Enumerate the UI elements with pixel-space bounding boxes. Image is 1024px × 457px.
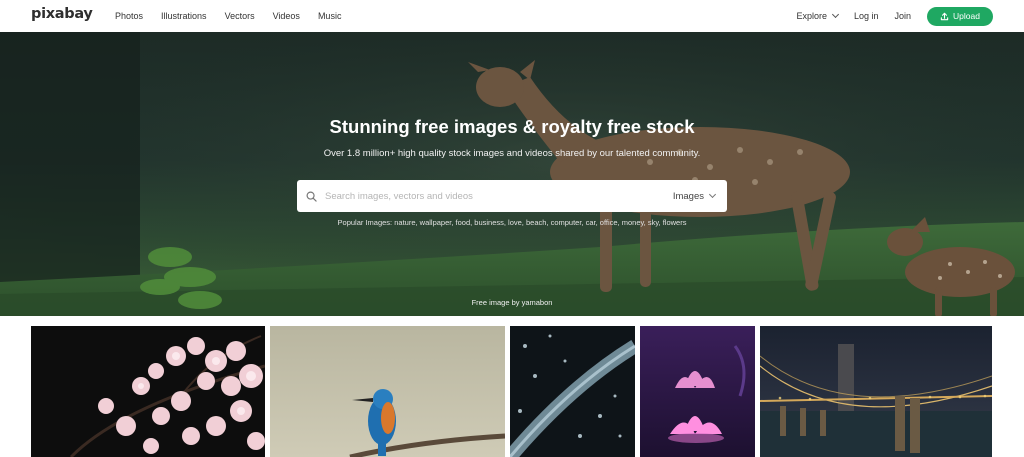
search-type-dropdown[interactable]: Images (672, 190, 717, 202)
brooklyn-bridge-photo[interactable] (760, 326, 992, 457)
image-credit[interactable]: Free image by yamabon (0, 298, 1024, 307)
upload-icon (940, 12, 949, 20)
pixabay-logo[interactable]: pixabay (31, 6, 93, 22)
image-gallery (0, 326, 1024, 457)
chevron-down-icon (831, 10, 839, 19)
search-type-label: Images (672, 190, 704, 202)
nav-link-illustrations[interactable]: Illustrations (161, 11, 207, 21)
kingfisher-photo[interactable] (270, 326, 505, 457)
login-link[interactable]: Log in (854, 11, 879, 21)
chevron-down-icon (708, 190, 717, 199)
nav-link-music[interactable]: Music (318, 11, 342, 21)
nav-right: Explore Log in Join Upload (796, 0, 993, 32)
cherry-blossom-photo[interactable] (31, 326, 265, 457)
explore-label: Explore (796, 11, 827, 21)
upload-button[interactable]: Upload (927, 6, 993, 26)
hero-banner: Stunning free images & royalty free stoc… (0, 32, 1024, 316)
hero-subtitle: Over 1.8 million+ high quality stock ima… (323, 148, 701, 159)
lotus-flowers-photo[interactable] (640, 326, 755, 457)
rain-railing-photo[interactable] (510, 326, 635, 457)
upload-label: Upload (953, 11, 980, 21)
search-bar: Images (297, 180, 727, 212)
nav-links: Photos Illustrations Vectors Videos Musi… (115, 0, 359, 32)
search-input[interactable] (325, 190, 673, 202)
top-navbar: pixabay Photos Illustrations Vectors Vid… (0, 0, 1024, 32)
nav-link-videos[interactable]: Videos (273, 11, 300, 21)
hero-title: Stunning free images & royalty free stoc… (329, 116, 695, 137)
explore-menu[interactable]: Explore (796, 10, 839, 21)
join-link[interactable]: Join (894, 11, 911, 21)
nav-link-photos[interactable]: Photos (115, 11, 143, 21)
popular-images-links[interactable]: Popular Images: nature, wallpaper, food,… (0, 218, 1024, 227)
hero-deer-image (0, 32, 1024, 316)
search-icon[interactable] (306, 191, 317, 202)
nav-link-vectors[interactable]: Vectors (225, 11, 255, 21)
